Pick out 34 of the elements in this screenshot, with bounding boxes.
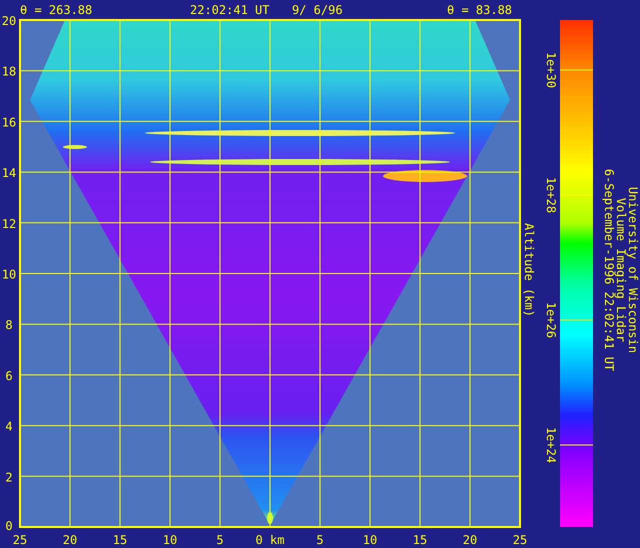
axis-tick-label: 6	[5, 368, 13, 383]
scale-tick-label: 1e+26	[544, 302, 558, 338]
credit-line: Volume Imaging Lidar	[614, 198, 628, 342]
axis-tick-label: 25	[512, 533, 528, 547]
axis-tick-label: 8	[5, 318, 13, 332]
axis-tick-label: 0	[5, 519, 13, 533]
scale-tick-label: 1e+24	[544, 426, 558, 464]
angle-label: θ = 263.88	[20, 3, 92, 17]
axis-tick-label: 10	[162, 533, 178, 547]
axis-tick-label: 18	[2, 64, 16, 79]
axis-tick-label: 10	[362, 533, 378, 547]
credit-line: 6-September-1996 22:02:41 UT	[602, 168, 616, 372]
axis-tick-label: 4	[5, 420, 13, 434]
axis-tick-label: 20	[62, 533, 78, 547]
axis-tick-label: 2	[5, 470, 13, 484]
timestamp: 22:02:41 UT	[190, 3, 270, 17]
axis-tick-label: 15	[112, 533, 128, 547]
axis-tick-label: 20	[462, 533, 478, 547]
axis-tick-label: 10	[2, 268, 16, 282]
axis-tick-label: 12	[2, 216, 16, 231]
date-label: 9/ 6/96	[292, 3, 343, 17]
axis-tick-label: 25	[12, 533, 28, 547]
credit-line: University of Wisconsin	[626, 186, 640, 354]
angle-label: θ = 83.88	[447, 3, 512, 17]
scale-tick-label: 1e+28	[544, 176, 558, 214]
axis-tick-label: 5	[216, 533, 224, 547]
axis-title: Altitude (km)	[522, 223, 536, 317]
axis-tick-label: 20	[2, 14, 16, 28]
axis-tick-label: 15	[412, 533, 428, 547]
axis-tick-label: 14	[2, 166, 16, 180]
axis-tick-label: 0 km	[256, 533, 284, 547]
axis-tick-label: 5	[316, 533, 324, 547]
axis-tick-label: 16	[2, 115, 16, 130]
scale-tick-label: 1e+30	[544, 52, 558, 88]
